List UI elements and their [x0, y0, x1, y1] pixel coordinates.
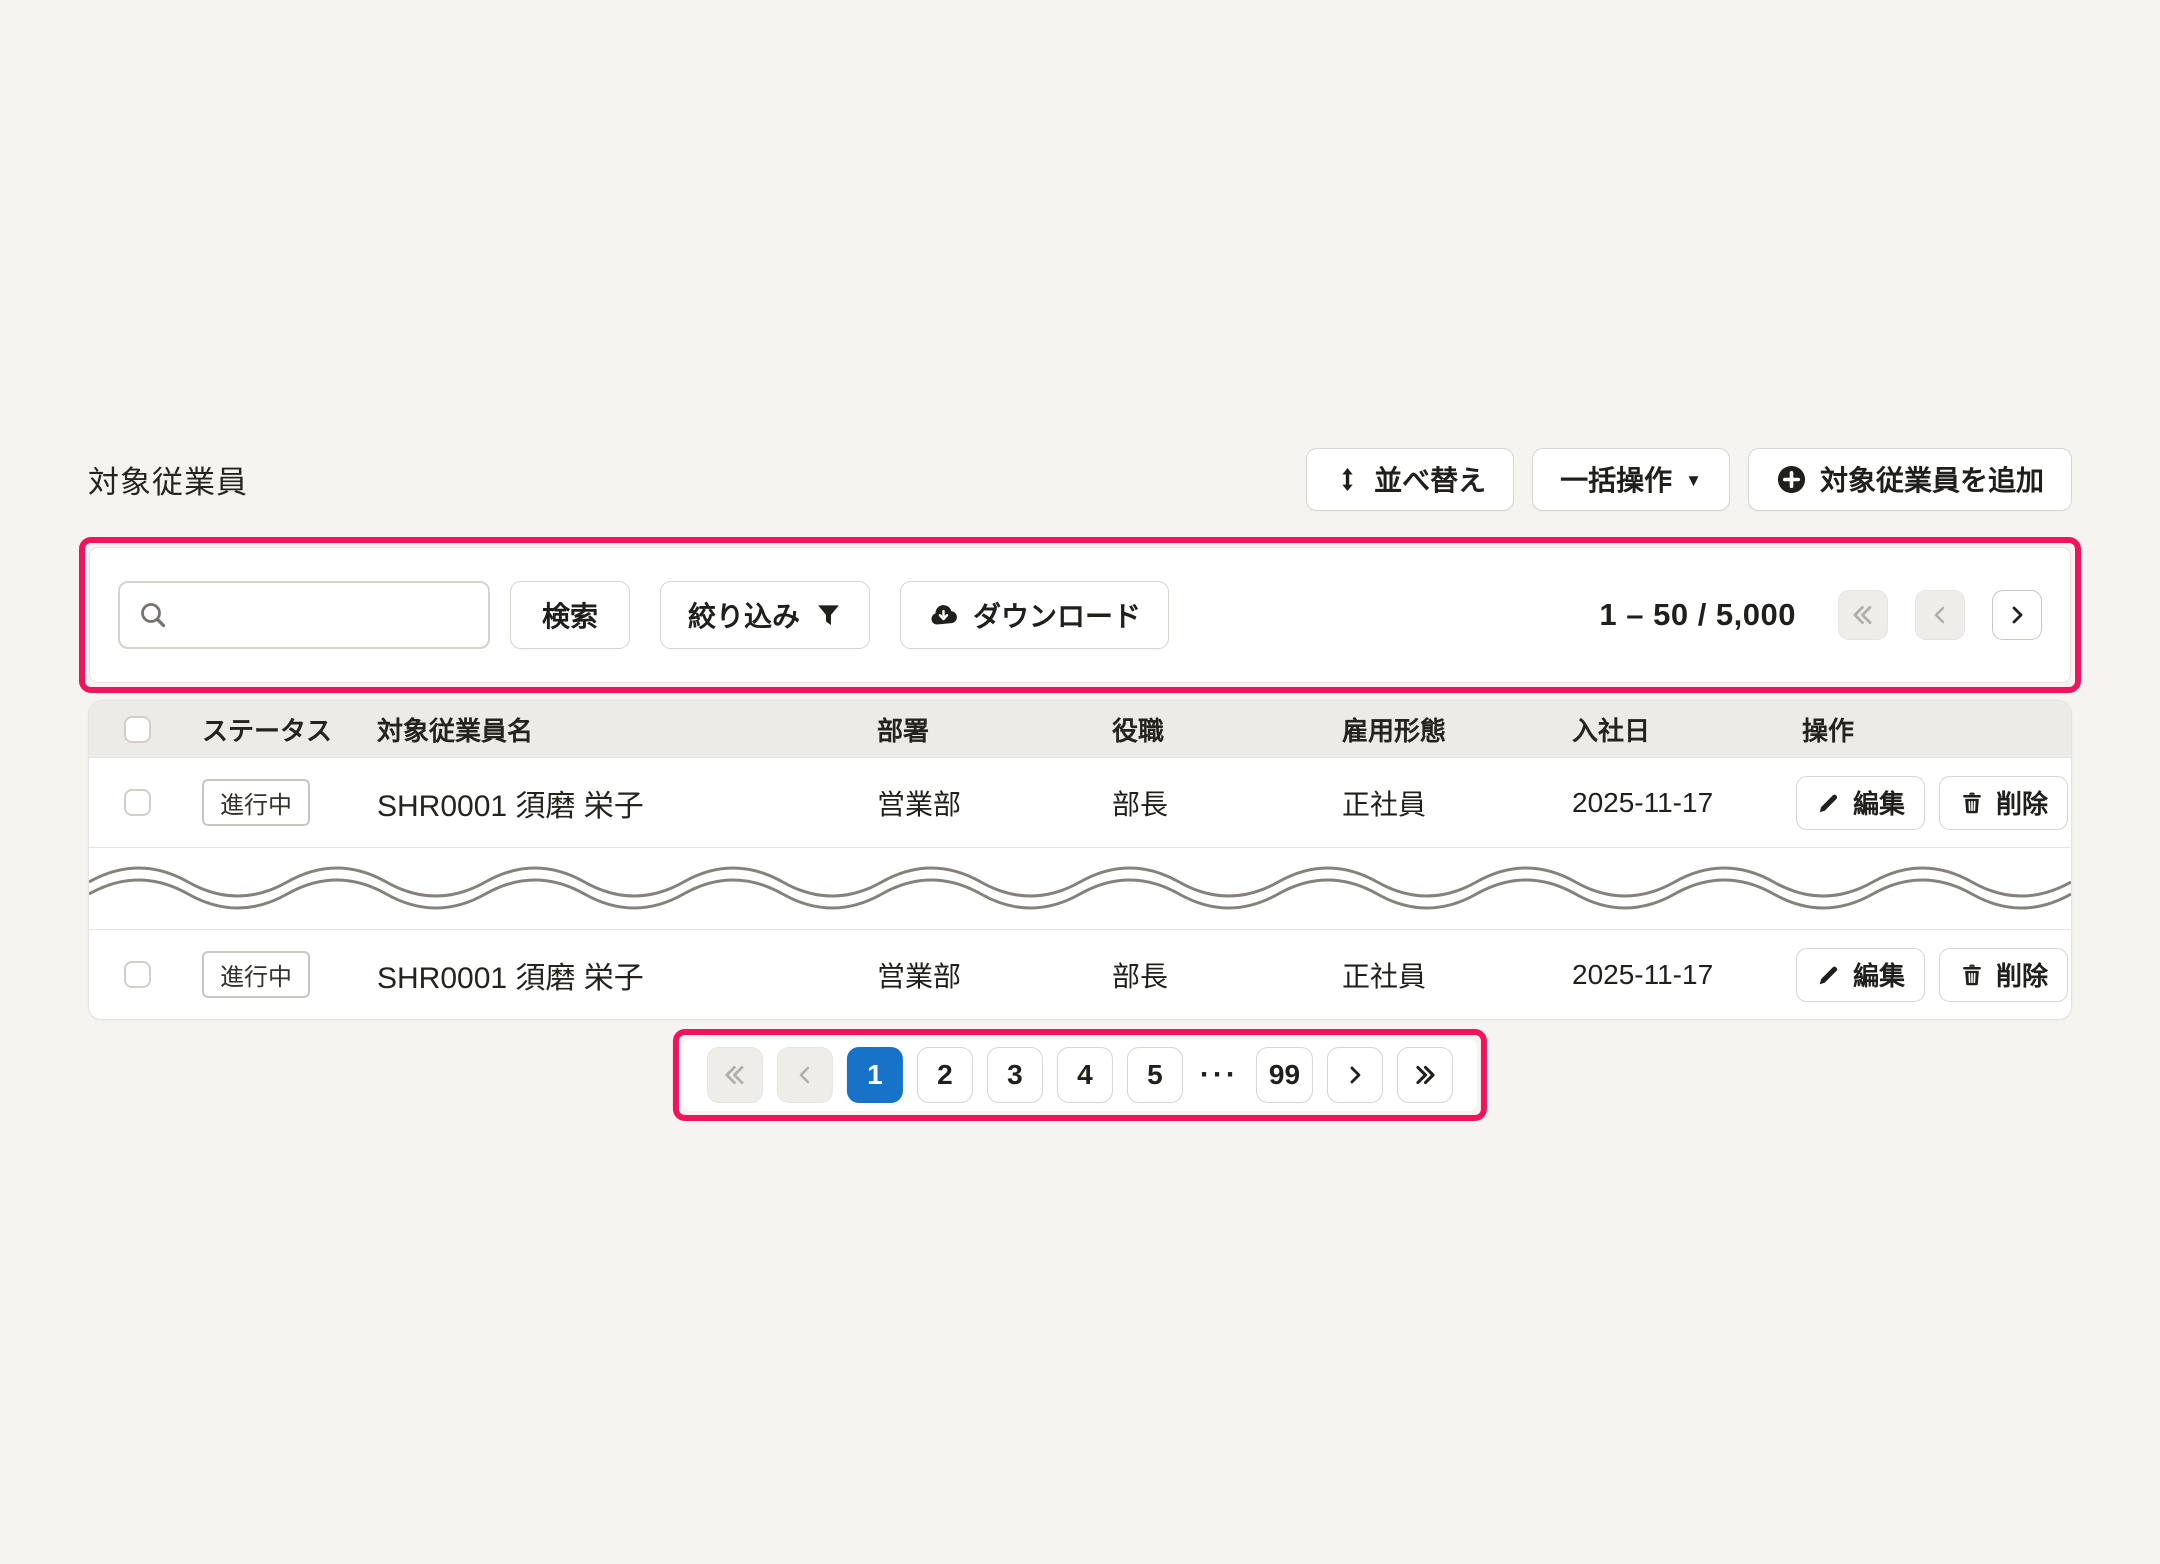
page-title: 対象従業員	[88, 457, 248, 502]
truncation-wave-divider	[89, 847, 2071, 929]
double-chevron-left-icon	[1850, 602, 1876, 628]
toolbar-highlight-box: 検索 絞り込み ダウンロード 1 – 50 / 5,000	[79, 537, 2081, 693]
employee-position: 部長	[1096, 783, 1326, 823]
trash-icon	[1959, 962, 1985, 988]
page-button-1[interactable]: 1	[847, 1047, 903, 1103]
chevron-down-icon: ▼	[1685, 472, 1702, 489]
chevron-left-icon	[1928, 603, 1952, 627]
add-employee-button[interactable]: 対象従業員を追加	[1748, 448, 2072, 511]
first-page-button[interactable]	[707, 1047, 763, 1103]
sort-updown-icon	[1334, 466, 1361, 493]
pencil-icon	[1816, 962, 1842, 988]
delete-button-label: 削除	[1996, 784, 2048, 821]
column-header-operations: 操作	[1786, 711, 2071, 748]
chevron-left-icon	[793, 1063, 817, 1087]
delete-button[interactable]: 削除	[1939, 776, 2068, 830]
edit-button[interactable]: 編集	[1796, 948, 1925, 1002]
double-chevron-left-icon	[722, 1062, 748, 1088]
edit-button-label: 編集	[1853, 784, 1905, 821]
search-button[interactable]: 検索	[510, 581, 630, 649]
column-header-employment-type: 雇用形態	[1326, 711, 1556, 748]
pencil-icon	[1816, 790, 1842, 816]
sort-button-label: 並べ替え	[1374, 459, 1486, 499]
employee-list-page: 対象従業員 並べ替え 一括操作 ▼ 対象従業員を追加	[0, 0, 2160, 1564]
chevron-right-icon	[1343, 1063, 1367, 1087]
select-all-checkbox[interactable]	[124, 716, 151, 743]
trash-icon	[1959, 790, 1985, 816]
title-row: 対象従業員 並べ替え 一括操作 ▼ 対象従業員を追加	[88, 446, 2072, 512]
sort-button[interactable]: 並べ替え	[1306, 448, 1514, 511]
next-page-button[interactable]	[1327, 1047, 1383, 1103]
next-page-button[interactable]	[1992, 590, 2042, 640]
employee-name: SHR0001 須磨 栄子	[361, 781, 861, 825]
filter-button[interactable]: 絞り込み	[660, 581, 870, 649]
pagination-highlight-box: 1 2 3 4 5 ··· 99	[673, 1029, 1487, 1121]
status-badge: 進行中	[202, 779, 310, 826]
page-button-2[interactable]: 2	[917, 1047, 973, 1103]
employee-table: ステータス 対象従業員名 部署 役職 雇用形態 入社日 操作 進行中 SHR00…	[88, 700, 2072, 1020]
add-employee-label: 対象従業員を追加	[1820, 459, 2044, 499]
toolbar-pager	[1838, 590, 2042, 640]
employee-employment-type: 正社員	[1326, 955, 1556, 995]
funnel-icon	[815, 602, 842, 629]
delete-button-label: 削除	[1996, 956, 2048, 993]
column-header-status: ステータス	[186, 711, 361, 748]
page-button-4[interactable]: 4	[1057, 1047, 1113, 1103]
employee-position: 部長	[1096, 955, 1326, 995]
page-button-3[interactable]: 3	[987, 1047, 1043, 1103]
employee-employment-type: 正社員	[1326, 783, 1556, 823]
first-page-button[interactable]	[1838, 590, 1888, 640]
double-chevron-right-icon	[1412, 1062, 1438, 1088]
select-row-checkbox[interactable]	[124, 789, 151, 816]
result-range-text: 1 – 50 / 5,000	[1599, 597, 1796, 633]
table-header-row: ステータス 対象従業員名 部署 役職 雇用形態 入社日 操作	[89, 701, 2071, 757]
employee-department: 営業部	[861, 783, 1096, 823]
download-button[interactable]: ダウンロード	[900, 581, 1169, 649]
title-actions: 並べ替え 一括操作 ▼ 対象従業員を追加	[1306, 448, 2072, 511]
search-input[interactable]	[168, 583, 488, 647]
filter-button-label: 絞り込み	[688, 595, 800, 635]
edit-button-label: 編集	[1853, 956, 1905, 993]
employee-join-date: 2025-11-17	[1556, 787, 1786, 819]
table-row: 進行中 SHR0001 須磨 栄子 営業部 部長 正社員 2025-11-17 …	[89, 929, 2071, 1019]
prev-page-button[interactable]	[1915, 590, 1965, 640]
column-header-join-date: 入社日	[1556, 711, 1786, 748]
column-header-position: 役職	[1096, 711, 1326, 748]
search-button-label: 検索	[542, 595, 598, 635]
plus-circle-icon	[1776, 464, 1807, 495]
search-icon	[138, 600, 168, 630]
status-badge: 進行中	[202, 951, 310, 998]
chevron-right-icon	[2005, 603, 2029, 627]
pagination: 1 2 3 4 5 ··· 99	[683, 1039, 1477, 1111]
cloud-download-icon	[928, 600, 959, 631]
bulk-actions-label: 一括操作	[1560, 459, 1672, 499]
select-row-checkbox[interactable]	[124, 961, 151, 988]
page-button-5[interactable]: 5	[1127, 1047, 1183, 1103]
download-button-label: ダウンロード	[973, 595, 1141, 635]
page-button-99[interactable]: 99	[1256, 1047, 1313, 1103]
employee-join-date: 2025-11-17	[1556, 959, 1786, 991]
bulk-actions-button[interactable]: 一括操作 ▼	[1532, 448, 1730, 511]
column-header-department: 部署	[861, 711, 1096, 748]
column-header-name: 対象従業員名	[361, 711, 861, 748]
search-box	[118, 581, 490, 649]
prev-page-button[interactable]	[777, 1047, 833, 1103]
last-page-button[interactable]	[1397, 1047, 1453, 1103]
delete-button[interactable]: 削除	[1939, 948, 2068, 1002]
table-row: 進行中 SHR0001 須磨 栄子 営業部 部長 正社員 2025-11-17 …	[89, 757, 2071, 847]
employee-name: SHR0001 須磨 栄子	[361, 953, 861, 997]
employee-department: 営業部	[861, 955, 1096, 995]
edit-button[interactable]: 編集	[1796, 776, 1925, 830]
toolbar: 検索 絞り込み ダウンロード 1 – 50 / 5,000	[89, 547, 2071, 683]
pagination-ellipsis: ···	[1197, 1058, 1242, 1092]
